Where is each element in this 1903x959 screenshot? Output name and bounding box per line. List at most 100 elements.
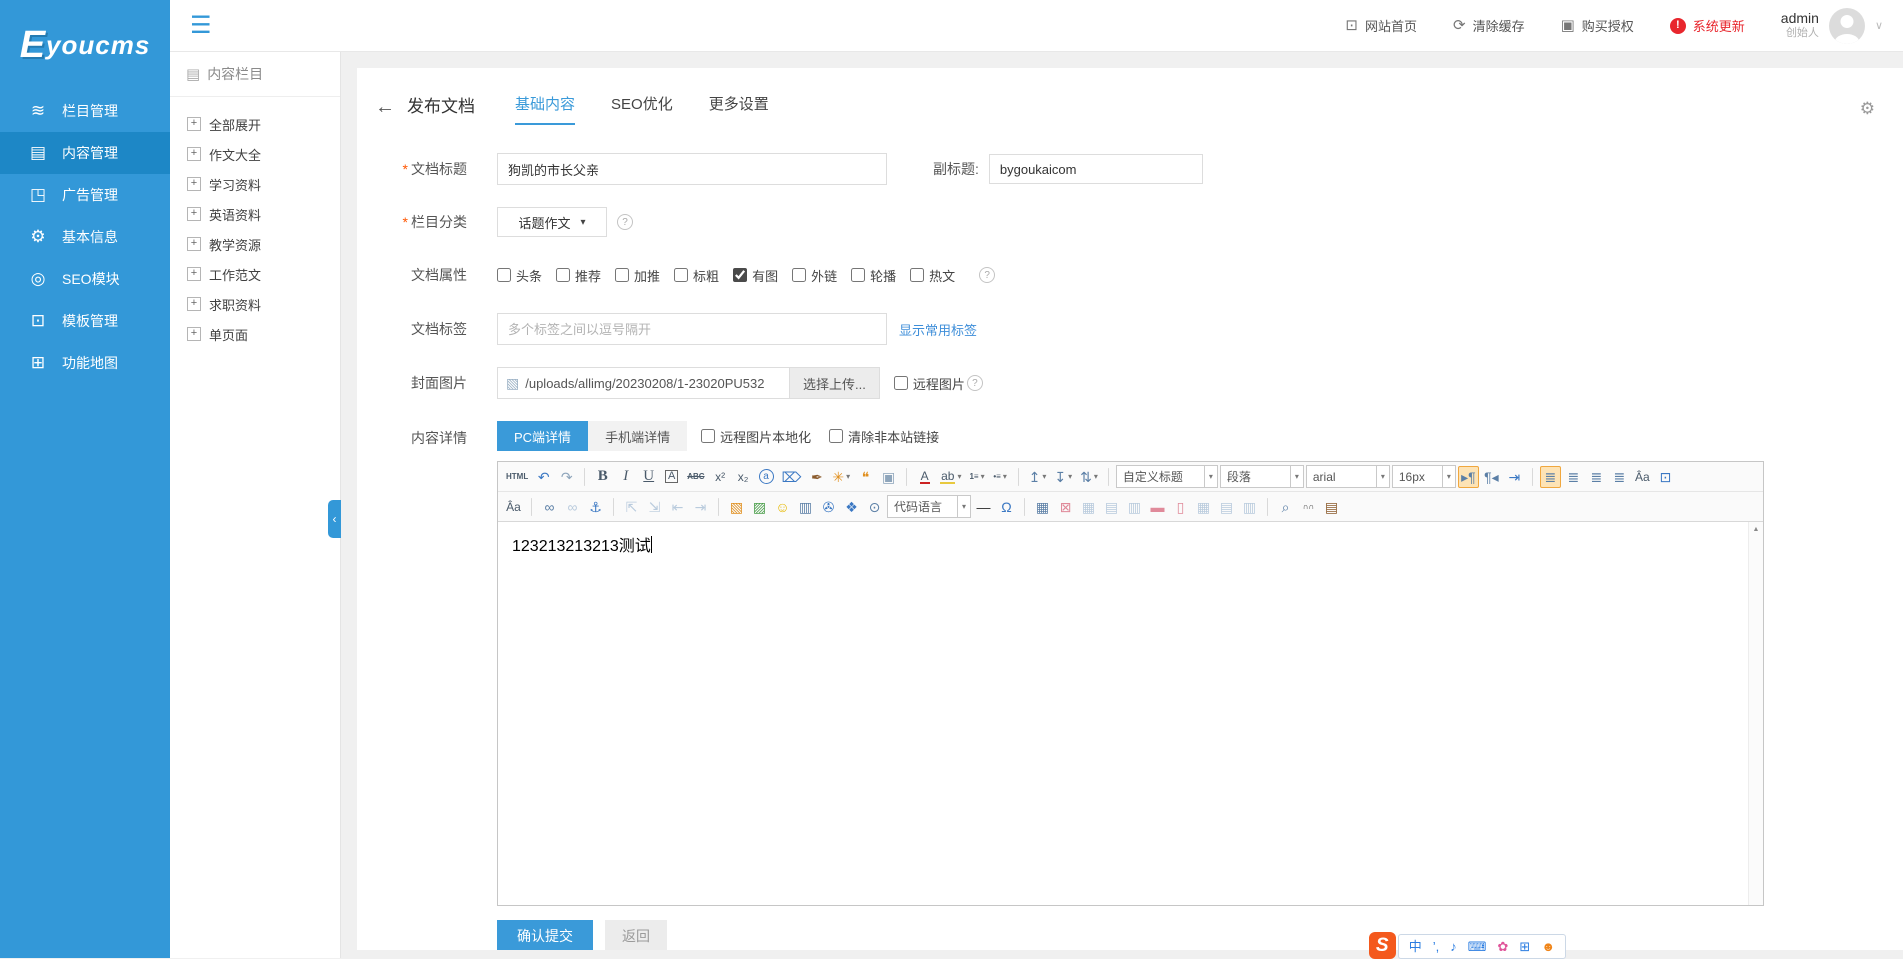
horizontal-rule[interactable]: — ▾ xyxy=(973,496,994,518)
expand-icon[interactable]: + xyxy=(187,147,201,161)
format-brush[interactable]: ✒ ▾ xyxy=(806,466,827,488)
help-icon[interactable]: ? xyxy=(967,375,983,391)
letter-case-2[interactable]: Âa ▾ xyxy=(503,496,524,518)
sidebar-item-function-map[interactable]: ⊞ 功能地图 xyxy=(0,342,170,384)
attachment[interactable]: ✇ ▾ xyxy=(818,496,839,518)
tree-item[interactable]: + 作文大全 xyxy=(187,139,340,169)
expand-icon[interactable]: + xyxy=(187,297,201,311)
checkbox[interactable] xyxy=(615,268,629,282)
emotion[interactable]: ☺ ▾ xyxy=(772,496,793,518)
justify-left[interactable]: ≣ ▾ xyxy=(1540,466,1561,488)
attribute-checkbox[interactable]: 外链 xyxy=(792,266,837,285)
attribute-checkbox[interactable]: 有图 xyxy=(733,266,778,285)
sep[interactable]: ▾ xyxy=(906,468,907,486)
justify-right[interactable]: ≣ ▾ xyxy=(1586,466,1607,488)
user-menu[interactable]: admin 创始人 ∨ xyxy=(1781,8,1883,44)
nav-license[interactable]: ▣ 购买授权 xyxy=(1561,16,1634,35)
ime-item-icon[interactable]: ⊞ xyxy=(1519,940,1530,953)
blockquote[interactable]: ❝ ▾ xyxy=(855,466,876,488)
nav-home[interactable]: ⊡ 网站首页 xyxy=(1345,16,1417,35)
expand-icon[interactable]: + xyxy=(187,117,201,131)
paragraph-rtl[interactable]: ¶◂ ▾ xyxy=(1481,466,1502,488)
scroll-up-arrow-icon[interactable]: ▲ xyxy=(1749,522,1763,537)
nav-system-update[interactable]: ! 系统更新 xyxy=(1670,16,1745,35)
back-arrow-icon[interactable]: ← xyxy=(375,96,395,125)
checkbox[interactable] xyxy=(674,268,688,282)
undo[interactable]: ↶ ▾ xyxy=(533,466,554,488)
bold[interactable]: B ▾ xyxy=(592,466,613,488)
strikethrough[interactable]: ABC ▾ xyxy=(684,466,707,488)
anchor[interactable]: ⚓ ▾ xyxy=(585,496,606,518)
paragraph-ltr[interactable]: ▸¶ ▾ xyxy=(1458,466,1479,488)
sidebar-item-ad-manage[interactable]: ◳ 广告管理 xyxy=(0,174,170,216)
checkbox[interactable] xyxy=(497,268,511,282)
tree-item[interactable]: + 英语资料 xyxy=(187,199,340,229)
ordered-list[interactable]: 1≡ ▾ xyxy=(966,466,987,488)
ime-item-icon[interactable]: ⌨ xyxy=(1468,940,1487,953)
checkbox[interactable] xyxy=(910,268,924,282)
insert-image[interactable]: ▧ ▾ xyxy=(726,496,747,518)
sep[interactable]: ▾ xyxy=(584,468,585,486)
sidebar-item-basic-info[interactable]: ⚙ 基本信息 xyxy=(0,216,170,258)
choose-upload-button[interactable]: 选择上传... xyxy=(790,367,880,399)
tree-item[interactable]: + 工作范文 xyxy=(187,259,340,289)
special-chars[interactable]: Ω ▾ xyxy=(996,496,1017,518)
checkbox[interactable] xyxy=(733,268,747,282)
ime-logo[interactable]: S xyxy=(1369,932,1396,959)
redo[interactable]: ↷ ▾ xyxy=(556,466,577,488)
indent-first-line[interactable]: ⇱ ▾ xyxy=(621,496,642,518)
link[interactable]: ∞ ▾ xyxy=(539,496,560,518)
checkbox[interactable] xyxy=(829,429,843,443)
nav-clear-cache[interactable]: ⟳ 清除缓存 xyxy=(1453,16,1525,35)
ime-item-icon[interactable]: 中 xyxy=(1409,940,1422,953)
checkbox[interactable] xyxy=(851,268,865,282)
attribute-checkbox[interactable]: 热文 xyxy=(910,266,955,285)
line-height[interactable]: ⇅ ▾ xyxy=(1077,466,1101,488)
tree-item[interactable]: + 全部展开 xyxy=(187,109,340,139)
sep[interactable]: ▾ xyxy=(1024,498,1025,516)
detail-tab[interactable]: 手机端详情 xyxy=(588,421,687,451)
indent-left[interactable]: ⇤ ▾ xyxy=(667,496,688,518)
sep[interactable]: ▾ xyxy=(1532,468,1533,486)
menu-toggle-icon[interactable]: ☰ xyxy=(190,14,212,38)
ime-item-icon[interactable]: ✿ xyxy=(1498,940,1509,953)
return-button[interactable]: 返回 xyxy=(605,920,667,950)
sep[interactable]: ▾ xyxy=(718,498,719,516)
attribute-checkbox[interactable]: 推荐 xyxy=(556,266,601,285)
highlight-color[interactable]: ab ▾ xyxy=(937,466,964,488)
tree-item[interactable]: + 单页面 xyxy=(187,319,340,349)
indent-hanging[interactable]: ⇲ ▾ xyxy=(644,496,665,518)
tree-item[interactable]: + 教学资源 xyxy=(187,229,340,259)
sep[interactable]: ▾ xyxy=(1267,498,1268,516)
sidebar-item-content-manage[interactable]: ▤ 内容管理 xyxy=(0,132,170,174)
editor-text[interactable]: 123213213213测试 xyxy=(498,522,1763,566)
editor-content-area[interactable]: 123213213213测试 ▲ xyxy=(498,522,1763,905)
split-cols[interactable]: ▥ ▾ xyxy=(1239,496,1260,518)
show-common-tags-link[interactable]: 显示常用标签 xyxy=(899,320,977,339)
ime-item-icon[interactable]: ☻ xyxy=(1541,940,1555,953)
attribute-checkbox[interactable]: 加推 xyxy=(615,266,660,285)
justify-center[interactable]: ≣ ▾ xyxy=(1563,466,1584,488)
detail-tab[interactable]: PC端详情 xyxy=(497,421,588,451)
font-size-select[interactable]: 16px ▾ xyxy=(1392,465,1456,488)
attribute-checkbox[interactable]: 轮播 xyxy=(851,266,896,285)
detail-option-checkbox[interactable]: 远程图片本地化 xyxy=(701,427,811,446)
code-language-select[interactable]: 代码语言 ▾ xyxy=(887,495,971,518)
delete-col[interactable]: ▯ ▾ xyxy=(1170,496,1191,518)
multi-image[interactable]: ▨ ▾ xyxy=(749,496,770,518)
tree-item[interactable]: + 学习资料 xyxy=(187,169,340,199)
eraser[interactable]: ⌦ ▾ xyxy=(779,466,805,488)
checkbox[interactable] xyxy=(792,268,806,282)
insert-video[interactable]: ▥ ▾ xyxy=(795,496,816,518)
checkbox[interactable] xyxy=(701,429,715,443)
search-replace[interactable]: ⌕ ▾ xyxy=(1275,496,1296,518)
row-spacing-bottom[interactable]: ↧ ▾ xyxy=(1051,466,1075,488)
help-icon[interactable]: ? xyxy=(617,214,633,230)
sidebar-item-seo-module[interactable]: ◎ SEO模块 xyxy=(0,258,170,300)
unlink[interactable]: ∞ ▾ xyxy=(562,496,583,518)
insert-col[interactable]: ▥ ▾ xyxy=(1124,496,1145,518)
paste-as-text[interactable]: ▣ ▾ xyxy=(878,466,899,488)
expand-icon[interactable]: + xyxy=(187,237,201,251)
page-tab[interactable]: 基础内容 xyxy=(515,93,575,125)
editor-scrollbar[interactable]: ▲ xyxy=(1748,522,1763,905)
